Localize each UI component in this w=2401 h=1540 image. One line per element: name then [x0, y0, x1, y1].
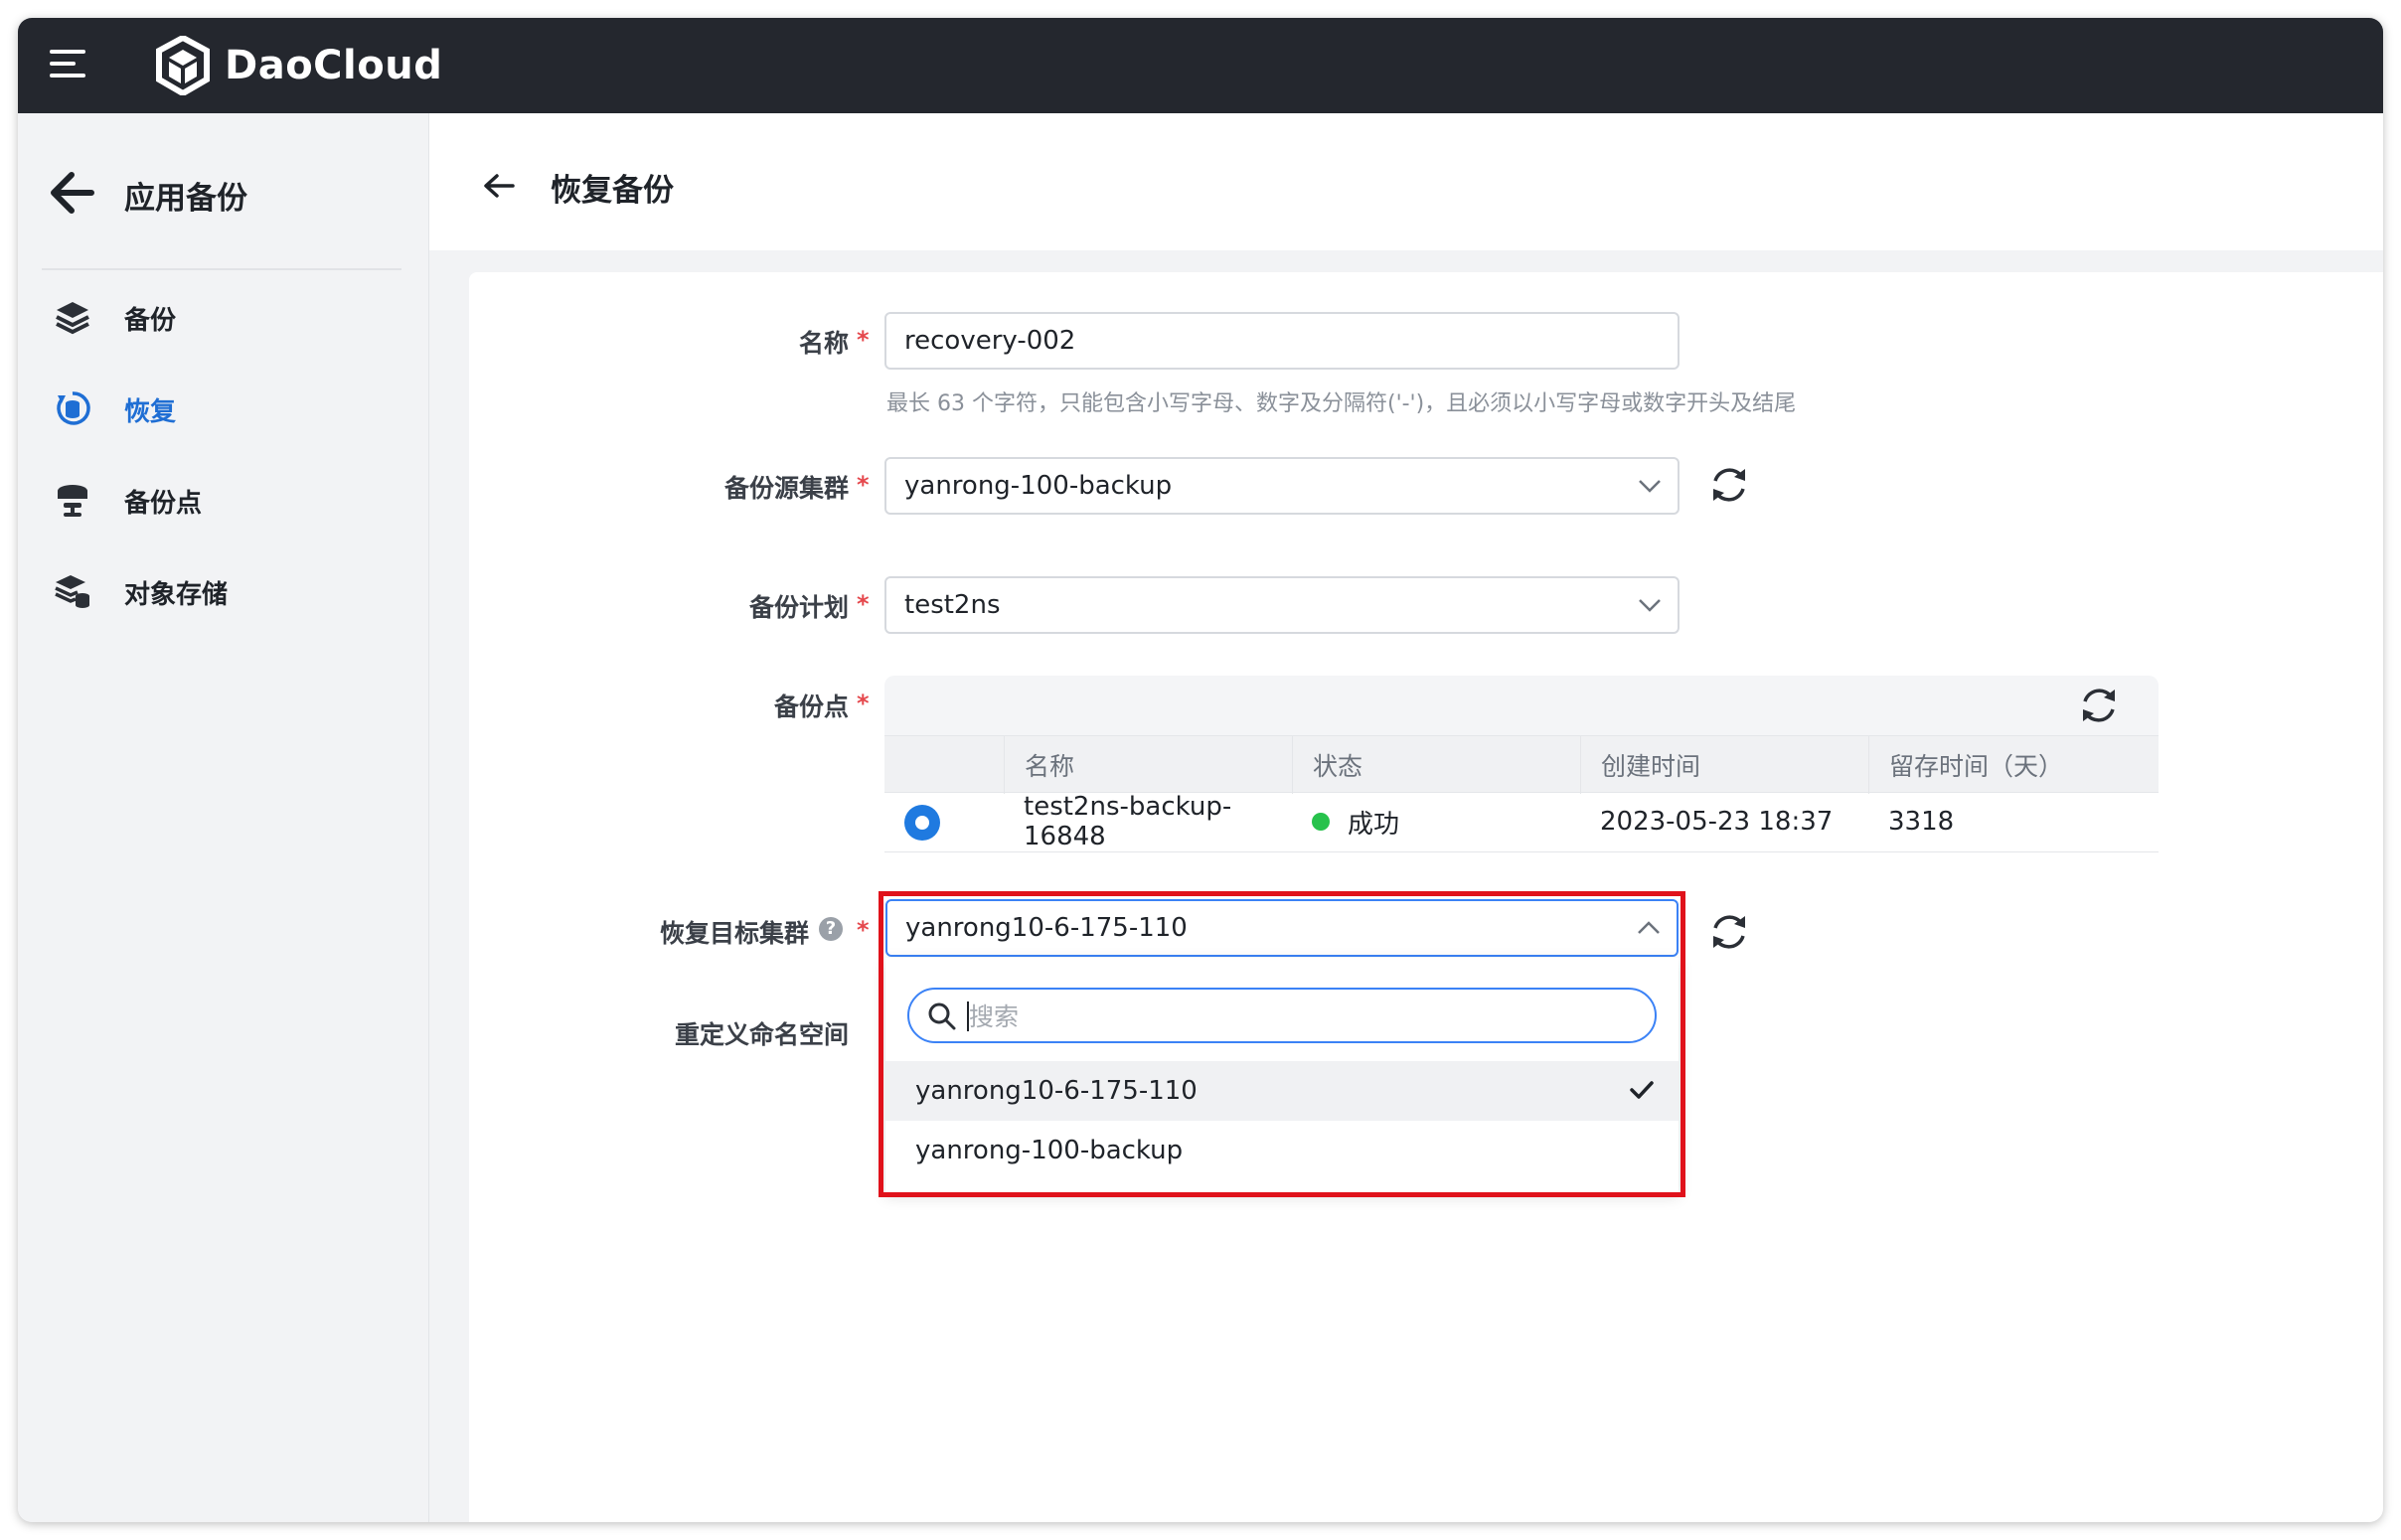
page-title: 恢复备份: [551, 173, 674, 209]
cell-retention: 3318: [1888, 807, 1955, 837]
app-window: DaoCloud 应用备份 备份 恢复 备份点 对象存储 恢复备份 名称 * r…: [18, 18, 2383, 1522]
namespace-label: 重定义命名空间: [674, 1020, 849, 1049]
page-header: 恢复备份: [429, 113, 2383, 250]
sidebar-item-backup[interactable]: 备份: [18, 280, 429, 352]
cell-status: 成功: [1292, 793, 1580, 850]
backup-point-label: 备份点: [773, 693, 849, 721]
cell-created: 2023-05-23 18:37: [1600, 807, 1834, 837]
column-header-status[interactable]: 状态: [1292, 736, 1580, 794]
object-storage-icon: [55, 575, 89, 608]
required-mark: *: [857, 590, 870, 618]
refresh-source-cluster-icon[interactable]: [1707, 463, 1751, 507]
row-radio-button[interactable]: [904, 805, 940, 841]
refresh-backup-point-icon[interactable]: [2077, 684, 2121, 727]
sidebar-divider: [42, 268, 401, 270]
required-mark: *: [857, 471, 870, 499]
required-mark: *: [857, 690, 870, 717]
table-header: 名称 状态 创建时间 留存时间（天）: [884, 735, 2159, 794]
daocloud-logo-icon: [156, 36, 210, 95]
sidebar-item-object-storage[interactable]: 对象存储: [18, 554, 429, 626]
source-cluster-select[interactable]: yanrong-100-backup: [884, 457, 1680, 515]
status-success-dot: [1312, 813, 1330, 831]
sidebar-item-label: 对象存储: [124, 580, 229, 610]
table-toolbar: [884, 676, 2159, 735]
sidebar-item-backup-point[interactable]: 备份点: [18, 463, 429, 535]
target-cluster-label: 恢复目标集群: [659, 919, 809, 948]
hamburger-menu-icon[interactable]: [50, 48, 85, 81]
status-text: 成功: [1348, 809, 1400, 840]
name-input-value: recovery-002: [904, 326, 1076, 356]
highlight-annotation: [879, 891, 1685, 1197]
required-mark: *: [857, 916, 870, 944]
required-mark: *: [857, 326, 870, 354]
refresh-target-cluster-icon[interactable]: [1707, 910, 1751, 954]
cell-name: test2ns-backup-16848: [1024, 792, 1232, 851]
layers-icon: [56, 302, 89, 335]
table-row[interactable]: test2ns-backup-16848 成功 2023-05-23 18:37…: [884, 792, 2159, 852]
sidebar-item-label: 恢复: [124, 397, 177, 427]
chevron-down-icon: [1639, 480, 1661, 493]
plan-select[interactable]: test2ns: [884, 576, 1680, 634]
restore-icon: [57, 391, 90, 425]
sidebar-item-restore[interactable]: 恢复: [18, 372, 429, 443]
name-input[interactable]: recovery-002: [884, 312, 1680, 370]
plan-value: test2ns: [904, 590, 1001, 620]
brand-logo[interactable]: DaoCloud: [155, 32, 442, 99]
sidebar: 应用备份 备份 恢复 备份点 对象存储: [18, 113, 429, 1522]
name-label: 名称: [798, 329, 849, 358]
column-header-name[interactable]: 名称: [1004, 736, 1292, 794]
column-header-created[interactable]: 创建时间: [1580, 736, 1868, 794]
name-hint: 最长 63 个字符，只能包含小写字母、数字及分隔符('-')，且必须以小写字母或…: [886, 391, 1797, 416]
help-question-icon[interactable]: ?: [819, 917, 843, 941]
sidebar-back-header[interactable]: 应用备份: [18, 153, 429, 232]
plan-label: 备份计划: [748, 593, 849, 622]
chevron-down-icon: [1639, 599, 1661, 612]
arrow-left-icon: [51, 172, 94, 214]
source-cluster-value: yanrong-100-backup: [904, 471, 1173, 501]
arrow-left-icon[interactable]: [481, 171, 517, 201]
backup-point-icon: [58, 485, 87, 517]
sidebar-item-label: 备份点: [124, 489, 203, 519]
source-cluster-label: 备份源集群: [723, 474, 849, 503]
sidebar-item-label: 备份: [124, 306, 177, 336]
brand-name: DaoCloud: [225, 43, 443, 88]
top-bar: DaoCloud: [18, 18, 2383, 113]
column-header-retention[interactable]: 留存时间（天）: [1868, 736, 2159, 794]
sidebar-title: 应用备份: [124, 181, 247, 217]
